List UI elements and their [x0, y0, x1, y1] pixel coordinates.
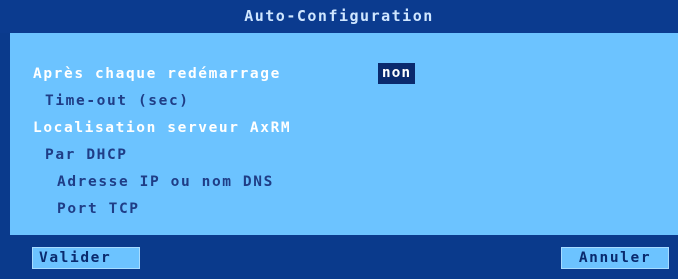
dhcp-label: Par DHCP	[45, 147, 128, 163]
auto-configuration-dialog: Auto-Configuration Après chaque redémarr…	[0, 0, 678, 279]
dialog-title: Auto-Configuration	[0, 0, 678, 33]
tcp-port-label: Port TCP	[57, 201, 140, 217]
ip-dns-label: Adresse IP ou nom DNS	[57, 174, 274, 190]
axrm-location-label: Localisation serveur AxRM	[33, 120, 292, 136]
cancel-button[interactable]: Annuler	[561, 247, 669, 269]
timeout-label: Time-out (sec)	[45, 93, 190, 109]
after-restart-value-field[interactable]: non	[378, 63, 415, 84]
settings-panel: Après chaque redémarrage Time-out (sec) …	[10, 33, 678, 235]
dialog-footer: Valider Annuler	[10, 235, 678, 279]
after-restart-label: Après chaque redémarrage	[33, 66, 281, 82]
validate-button[interactable]: Valider	[32, 247, 140, 269]
